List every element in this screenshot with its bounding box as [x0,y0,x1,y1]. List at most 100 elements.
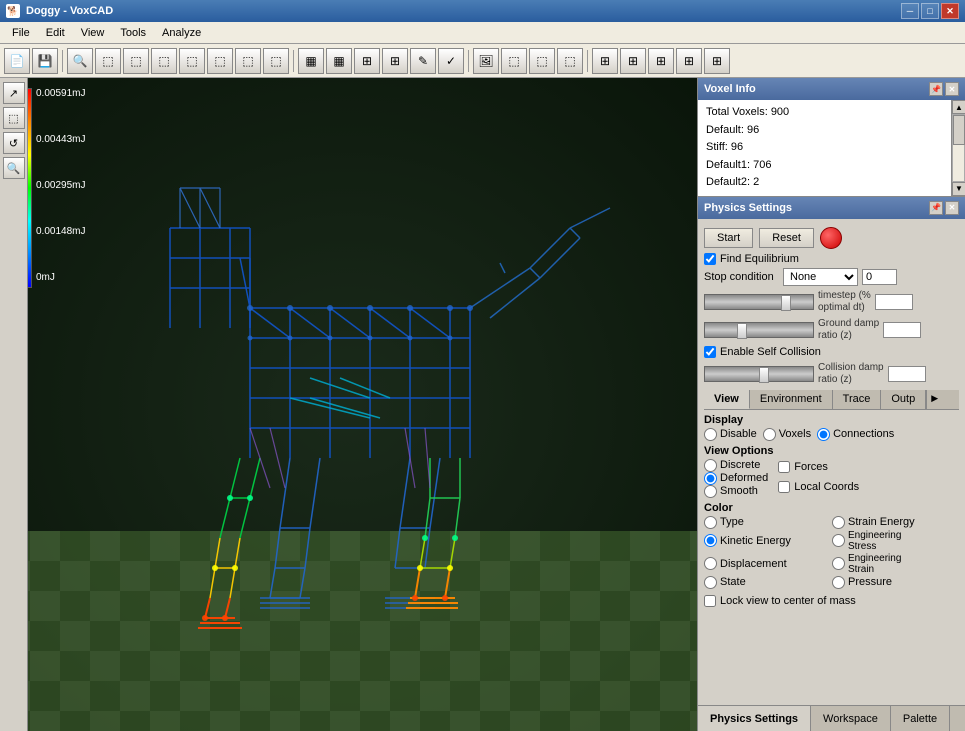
toolbar-btn2[interactable]: ⬚ [123,48,149,74]
ground-damp-slider[interactable] [704,322,814,338]
color-eng-stress-radio[interactable] [832,534,845,547]
toolbar-save[interactable]: 💾 [32,48,58,74]
toolbar-new[interactable]: 📄 [4,48,30,74]
self-collision-checkbox[interactable] [704,346,716,358]
collision-damp-value[interactable]: 1 [888,366,926,382]
bottom-tab-palette[interactable]: Palette [891,706,950,731]
menu-tools[interactable]: Tools [112,25,154,41]
color-displacement-radio[interactable] [704,557,717,570]
stop-condition-row: Stop condition None Time Energy 0 [704,268,959,286]
bottom-tab-workspace[interactable]: Workspace [811,706,891,731]
color-type-label: Type [720,516,744,528]
ground-damp-value[interactable]: 000759 [883,322,921,338]
menu-file[interactable]: File [4,25,38,41]
voxel-info-close[interactable]: ✕ [945,82,959,96]
scroll-up-btn[interactable]: ▲ [952,100,965,114]
toolbar-btn7[interactable]: ⬚ [263,48,289,74]
physics-pin[interactable]: 📌 [929,201,943,215]
toolbar-btn4[interactable]: ⬚ [179,48,205,74]
view-deformed-radio[interactable] [704,472,717,485]
menu-view[interactable]: View [73,25,113,41]
toolbar-btn8[interactable]: ▦ [298,48,324,74]
tab-outp[interactable]: Outp [881,390,926,409]
viewport[interactable]: 0.00591mJ 0.00443mJ 0.00295mJ 0.00148mJ … [0,78,697,731]
timestep-label-2: optimal dt) [818,302,871,314]
local-coords-checkbox[interactable] [778,481,790,493]
self-collision-label: Enable Self Collision [720,346,821,358]
display-options: Disable Voxels Connections [704,428,959,441]
ground-damp-row: Ground damp ratio (z) 000759 [704,318,959,342]
color-strain-energy-radio[interactable] [832,516,845,529]
tab-view[interactable]: View [704,390,750,409]
minimize-button[interactable]: ─ [901,3,919,19]
bottom-tab-physics[interactable]: Physics Settings [698,706,811,731]
tool-rotate[interactable]: ↺ [3,132,25,154]
color-kinetic-energy-radio[interactable] [704,534,717,547]
toolbar-btn22[interactable]: ⊞ [704,48,730,74]
color-type-radio[interactable] [704,516,717,529]
toolbar-btn10[interactable]: ⊞ [354,48,380,74]
tool-zoom[interactable]: 🔍 [3,157,25,179]
timestep-value[interactable]: 0.184 [875,294,913,310]
default1-count: Default1: 706 [706,157,943,175]
toolbar-btn15[interactable]: ⬚ [501,48,527,74]
menu-edit[interactable]: Edit [38,25,73,41]
view-smooth-radio[interactable] [704,485,717,498]
display-connections-radio[interactable] [817,428,830,441]
display-disable-radio[interactable] [704,428,717,441]
toolbar-btn6[interactable]: ⬚ [235,48,261,74]
toolbar-btn1[interactable]: ⬚ [95,48,121,74]
display-section-title: Display [704,414,959,426]
reset-button[interactable]: Reset [759,228,814,248]
start-button[interactable]: Start [704,228,753,248]
maximize-button[interactable]: □ [921,3,939,19]
find-equilibrium-checkbox[interactable] [704,253,716,265]
toolbar-btn12[interactable]: ✎ [410,48,436,74]
view-options-content: Discrete Deformed Smooth [704,459,959,498]
tool-arrow[interactable]: ↗ [3,82,25,104]
stop-value-input[interactable]: 0 [862,269,897,285]
view-options-title: View Options [704,445,959,457]
close-button[interactable]: ✕ [941,3,959,19]
stop-condition-select[interactable]: None Time Energy [783,268,858,286]
toolbar-btn14[interactable]: 🖼 [473,48,499,74]
toolbar-btn13[interactable]: ✓ [438,48,464,74]
view-discrete-radio[interactable] [704,459,717,472]
lock-view-checkbox[interactable] [704,595,716,607]
scroll-down-btn[interactable]: ▼ [952,182,965,196]
tab-environment[interactable]: Environment [750,390,833,409]
timestep-label-1: timestep (% [818,290,871,302]
voxel-info-scrollbar[interactable]: ▲ ▼ [951,100,965,196]
toolbar-btn21[interactable]: ⊞ [676,48,702,74]
toolbar-btn5[interactable]: ⬚ [207,48,233,74]
toolbar-btn17[interactable]: ⬚ [557,48,583,74]
color-state-radio[interactable] [704,576,717,589]
color-eng-stress-label: EngineeringStress [848,530,901,552]
main-area: 0.00591mJ 0.00443mJ 0.00295mJ 0.00148mJ … [0,78,965,731]
toolbar-btn18[interactable]: ⊞ [592,48,618,74]
stop-button[interactable] [820,227,842,249]
tab-trace[interactable]: Trace [833,390,882,409]
collision-damp-slider[interactable] [704,366,814,382]
tab-scroll-arrow[interactable]: ▶ [926,390,942,409]
tool-select[interactable]: ⬚ [3,107,25,129]
toolbar-zoom[interactable]: 🔍 [67,48,93,74]
color-eng-strain-radio[interactable] [832,557,845,570]
toolbar-btn20[interactable]: ⊞ [648,48,674,74]
toolbar-btn9[interactable]: ▦ [326,48,352,74]
toolbar-btn19[interactable]: ⊞ [620,48,646,74]
toolbar-btn11[interactable]: ⊞ [382,48,408,74]
toolbar-btn16[interactable]: ⬚ [529,48,555,74]
forces-checkbox[interactable] [778,461,790,473]
color-strain-energy-label: Strain Energy [848,516,915,528]
color-pressure-radio[interactable] [832,576,845,589]
voxel-info-pin[interactable]: 📌 [929,82,943,96]
physics-close[interactable]: ✕ [945,201,959,215]
toolbar-btn3[interactable]: ⬚ [151,48,177,74]
display-voxels-radio[interactable] [763,428,776,441]
timestep-slider[interactable] [704,294,814,310]
display-disable-label: Disable [720,428,757,440]
menu-analyze[interactable]: Analyze [154,25,209,41]
canvas-3d[interactable]: 0.00591mJ 0.00443mJ 0.00295mJ 0.00148mJ … [0,78,697,731]
view-discrete-label: Discrete [720,459,760,471]
